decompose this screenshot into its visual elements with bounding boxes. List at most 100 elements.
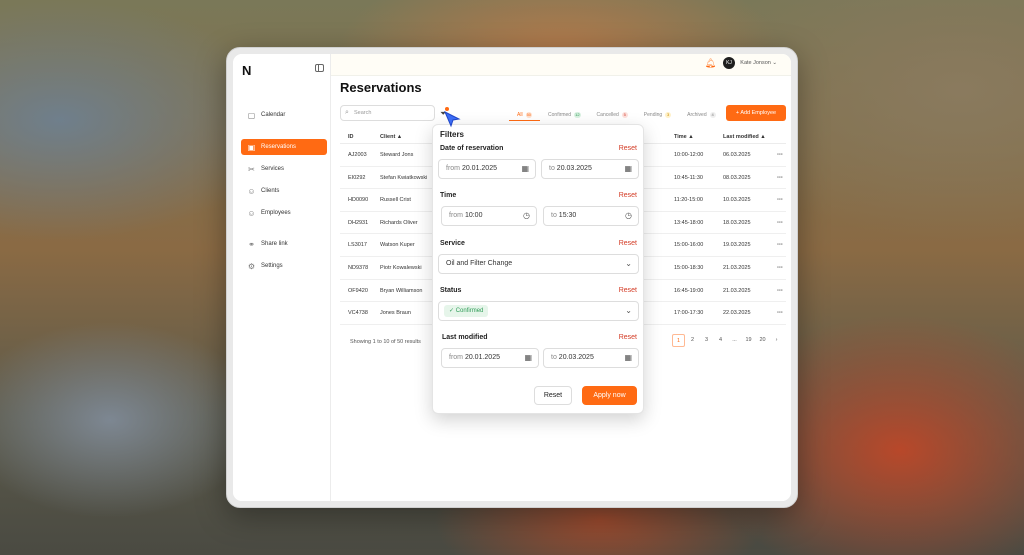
time-reset[interactable]: Reset [619, 192, 637, 199]
page-button[interactable]: 3 [700, 334, 713, 347]
row-more-icon[interactable]: ⋯ [777, 234, 783, 256]
reset-button[interactable]: Reset [534, 386, 572, 405]
add-employee-button[interactable]: + Add Employee [726, 105, 786, 121]
user-menu[interactable]: Kate Jonson ⌄ [740, 60, 777, 66]
clients-icon: ☺ [247, 186, 256, 196]
service-reset[interactable]: Reset [619, 240, 637, 247]
col-time[interactable]: Time ▲ [674, 130, 694, 144]
modified-to-field[interactable]: to 20.03.2025 ▦ [543, 348, 639, 368]
cell-client: Watson Kuper [380, 242, 415, 249]
sidebar-collapse-icon[interactable] [315, 64, 324, 72]
cell-id: VC4738 [348, 310, 368, 317]
row-more-icon[interactable]: ⋯ [777, 144, 783, 166]
cell-last-modified: 21.03.2025 [723, 287, 751, 294]
col-last-modified[interactable]: Last modified ▲ [723, 130, 766, 144]
page-button[interactable]: 19 [742, 334, 755, 347]
cell-time: 17:00-17:30 [674, 310, 704, 317]
page-button[interactable]: ... [728, 334, 741, 347]
time-from-value: 10:00 [464, 212, 483, 219]
tab-count-badge: 12 [574, 112, 581, 118]
cell-last-modified: 08.03.2025 [723, 174, 751, 181]
last-modified-label: Last modified [442, 334, 488, 341]
modified-from-field[interactable]: from 20.01.2025 ▦ [441, 348, 539, 368]
sidebar-item-label: Clients [261, 188, 280, 194]
cell-last-modified: 19.03.2025 [723, 242, 751, 249]
cell-id: AJ2003 [348, 152, 367, 158]
cell-client: Richards Oliver [380, 219, 418, 226]
row-more-icon[interactable]: ⋯ [777, 167, 783, 189]
status-reset[interactable]: Reset [619, 287, 637, 294]
tab-count-badge: 50 [525, 111, 533, 118]
row-more-icon[interactable]: ⋯ [777, 257, 783, 279]
sidebar-item-settings[interactable]: ⚙ Settings [241, 258, 327, 274]
status-select[interactable]: ✓ Confirmed ⌄ [438, 301, 639, 321]
row-more-icon[interactable]: ⋯ [777, 302, 783, 324]
date-to-value: 20.03.2025 [556, 165, 592, 172]
cell-client: Piotr Kowalewski [380, 265, 422, 271]
cell-id: OF9420 [348, 287, 368, 294]
notification-bell-icon[interactable]: 🔔︎ [705, 58, 716, 69]
calendar-icon: ▢ [247, 110, 256, 120]
cell-client: Bryan Williamson [380, 287, 423, 294]
date-reset[interactable]: Reset [619, 145, 637, 152]
service-select[interactable]: Oil and Filter Change ⌄ [438, 254, 639, 274]
last-modified-reset[interactable]: Reset [619, 334, 637, 341]
tab-pending[interactable]: Pending 3 [636, 109, 679, 121]
filters-title: Filters [440, 130, 465, 139]
tab-label: Cancelled [596, 112, 619, 118]
apply-now-button[interactable]: Apply now [582, 386, 637, 405]
cell-client: Jones Braun [380, 310, 411, 317]
cursor-icon [444, 110, 461, 128]
tab-cancelled[interactable]: Cancelled 5 [589, 109, 636, 121]
app-logo: N [242, 63, 252, 78]
calendar-icon: ▦ [524, 353, 532, 362]
cell-last-modified: 10.03.2025 [723, 197, 751, 204]
cell-time: 15:00-18:30 [674, 265, 704, 271]
page-button[interactable]: 4 [714, 334, 727, 347]
page-button[interactable]: › [770, 334, 783, 347]
cell-time: 13:45-18:00 [674, 219, 704, 226]
cell-id: LS3017 [348, 242, 367, 249]
link-icon: ⚭ [248, 239, 255, 249]
page-button[interactable]: 2 [686, 334, 699, 347]
cell-client: Russell Crist [380, 197, 411, 204]
row-more-icon[interactable]: ⋯ [777, 189, 783, 211]
calendar-icon: ▦ [521, 164, 529, 173]
sidebar-item-services[interactable]: ✂ Services [241, 161, 327, 177]
sidebar-item-employees[interactable]: ☺ Employees [241, 205, 327, 221]
tab-count-badge: 4 [709, 112, 716, 118]
calendar-icon: ▦ [624, 164, 632, 173]
tab-archived[interactable]: Archived 4 [679, 109, 723, 121]
page-button[interactable]: 20 [756, 334, 769, 347]
status-chip-confirmed[interactable]: ✓ Confirmed [444, 305, 489, 317]
sidebar-item-label: Services [261, 166, 285, 172]
sidebar-item-label: Reservations [261, 144, 297, 150]
search-input[interactable]: ⌕ Search [340, 105, 435, 121]
avatar[interactable]: KJ [723, 57, 735, 69]
services-icon: ✂ [248, 164, 255, 174]
date-to-field[interactable]: to 20.03.2025 ▦ [541, 159, 639, 179]
page-button[interactable]: 1 [672, 334, 685, 347]
sidebar-item-reservations[interactable]: ▣ Reservations [241, 139, 327, 155]
cell-last-modified: 18.03.2025 [723, 219, 751, 226]
sidebar-item-clients[interactable]: ☺ Clients [241, 183, 327, 199]
cell-last-modified: 06.03.2025 [723, 152, 751, 158]
sidebar-item-calendar[interactable]: ▢ Calendar [241, 107, 327, 123]
service-value: Oil and Filter Change [446, 260, 513, 267]
sidebar-item-share-link[interactable]: ⚭ Share link [241, 236, 327, 252]
calendar-icon: ▦ [624, 353, 632, 362]
service-label: Service [440, 240, 465, 247]
cell-time: 10:00-12:00 [674, 152, 704, 158]
row-more-icon[interactable]: ⋯ [777, 280, 783, 302]
col-id[interactable]: ID [348, 130, 354, 144]
tab-all[interactable]: All 50 [509, 109, 541, 121]
date-from-field[interactable]: from 20.01.2025 ▦ [438, 159, 536, 179]
col-client[interactable]: Client ▲ [380, 130, 402, 144]
tab-confirmed[interactable]: Confirmed 12 [540, 109, 589, 121]
search-placeholder: Search [354, 110, 372, 116]
tab-label: Archived [687, 112, 707, 118]
cell-last-modified: 21.03.2025 [723, 265, 751, 271]
row-more-icon[interactable]: ⋯ [777, 212, 783, 234]
time-to-field[interactable]: to 15:30 ◷ [543, 206, 639, 226]
time-from-field[interactable]: from 10:00 ◷ [441, 206, 537, 226]
